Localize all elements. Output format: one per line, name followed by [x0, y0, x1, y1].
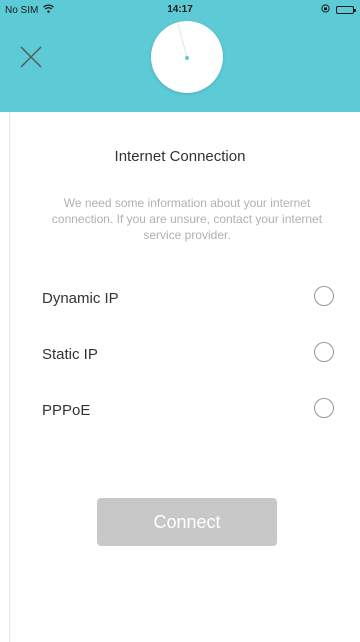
orientation-lock-icon: [321, 4, 330, 16]
left-divider: [9, 112, 10, 642]
option-label: Dynamic IP: [42, 290, 119, 307]
connect-button[interactable]: Connect: [97, 498, 277, 546]
device-led: [185, 56, 189, 60]
status-time: 14:17: [167, 4, 193, 15]
radio-button[interactable]: [314, 342, 334, 362]
page-description: We need some information about your inte…: [51, 196, 323, 242]
radio-button[interactable]: [314, 286, 334, 306]
option-label: Static IP: [42, 346, 98, 363]
battery-icon: [336, 6, 356, 14]
close-button[interactable]: [18, 44, 44, 70]
router-device-icon: [151, 21, 223, 93]
option-pppoe[interactable]: PPPoE: [42, 396, 334, 426]
header: [0, 20, 360, 112]
status-bar: No SIM 14:17: [0, 0, 360, 20]
page-title: Internet Connection: [114, 148, 246, 165]
option-label: PPPoE: [42, 402, 91, 419]
close-icon: [20, 46, 42, 68]
option-dynamic-ip[interactable]: Dynamic IP: [42, 284, 334, 314]
radio-button[interactable]: [314, 398, 334, 418]
status-right: [321, 4, 356, 16]
option-static-ip[interactable]: Static IP: [42, 340, 334, 370]
